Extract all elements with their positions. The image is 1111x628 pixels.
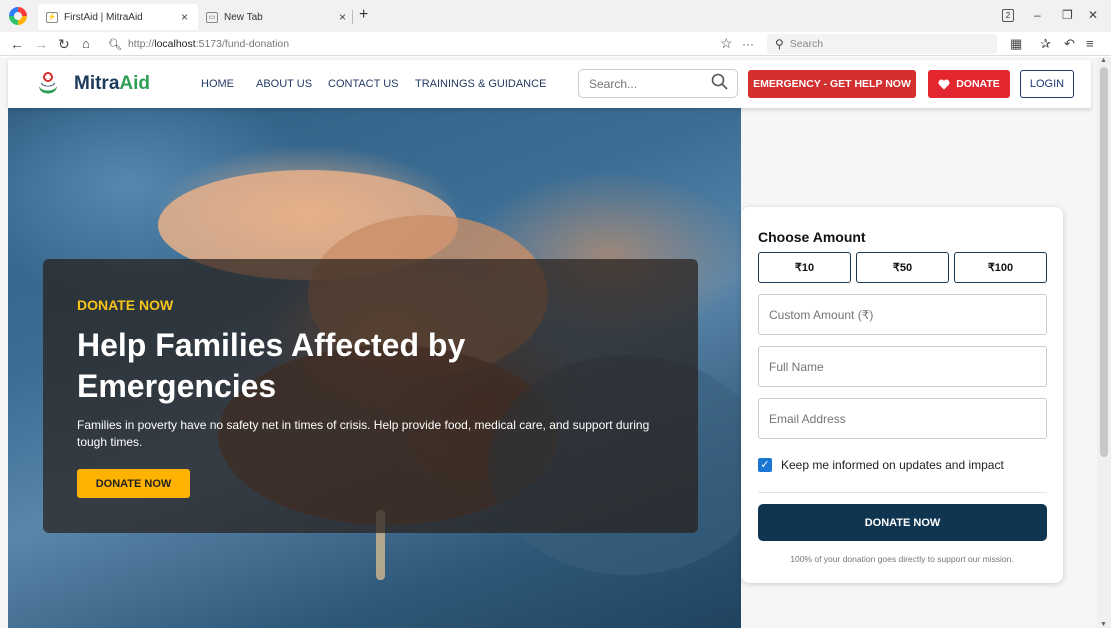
apps-grid-icon[interactable]: ▦ [1010,36,1022,52]
custom-amount-input[interactable] [758,294,1047,335]
new-tab-favicon-icon: ▭ [206,11,218,23]
hero-title: Help Families Affected by Emergencies [77,327,466,404]
browser-tab-new[interactable]: ▭ New Tab × [198,4,356,30]
search-icon[interactable] [710,72,730,92]
amount-option-50[interactable]: ₹50 [856,252,949,283]
back-icon[interactable]: ← [10,36,24,52]
scroll-down-icon[interactable]: ▼ [1100,621,1107,628]
keep-informed-label[interactable]: Keep me informed on updates and impact [781,458,1004,472]
page-favicon-icon: ⚡ [46,11,58,23]
home-icon[interactable]: ⌂ [82,36,90,52]
menu-icon[interactable]: ≡ [1086,36,1094,51]
close-tab-icon[interactable]: × [339,10,346,24]
header-donate-button[interactable]: DONATE [928,70,1010,98]
page-viewport: DONATE NOW Help Families Affected by Eme… [0,57,1097,628]
amount-option-100[interactable]: ₹100 [954,252,1047,283]
browser-nav-bar: ← → ↻ ⌂ 🔍︎ http://localhost:5173/fund-do… [0,32,1111,56]
close-tab-icon[interactable]: × [181,10,188,24]
page-actions-icon[interactable]: ··· [742,37,754,51]
full-name-input[interactable] [758,346,1047,387]
brand-name-part2: Aid [119,73,151,94]
favorites-icon[interactable]: ✰ [1040,36,1051,52]
scroll-up-icon[interactable]: ▲ [1100,57,1107,64]
scrollbar-thumb[interactable] [1100,67,1108,457]
reload-icon[interactable]: ↻ [58,36,70,52]
tab-separator [352,10,353,24]
browser-search-box[interactable]: ⚲ Search [767,34,997,54]
mitraaid-logo-icon[interactable] [36,68,60,100]
nav-about-us[interactable]: ABOUT US [256,78,312,90]
login-button[interactable]: LOGIN [1020,70,1074,98]
address-bar[interactable]: 🔍︎ http://localhost:5173/fund-donation [108,35,714,53]
forward-icon[interactable]: → [34,36,48,52]
restore-icon[interactable]: ❐ [1062,8,1073,22]
tab-title: New Tab [224,11,263,23]
nav-home[interactable]: HOME [201,78,234,90]
hero-description: Families in poverty have no safety net i… [77,418,650,449]
email-input[interactable] [758,398,1047,439]
url-path: :5173/fund-donation [195,38,290,50]
brand-name-part1: Mitra [74,73,120,94]
donation-form-panel: Choose Amount ₹10 ₹50 ₹100 ✓ Keep me inf… [741,207,1063,583]
url-host: localhost [154,38,196,50]
browser-search-placeholder: Search [789,38,824,50]
search-icon: ⚲ [775,37,784,51]
choose-amount-heading: Choose Amount [758,229,866,245]
heart-icon [938,79,950,89]
tab-title: FirstAid | MitraAid [64,11,143,23]
info-icon: 🔍︎ [108,38,122,51]
browser-tab-active[interactable]: ⚡ FirstAid | MitraAid × [38,4,198,30]
tab-count-icon[interactable]: 2 [1002,9,1014,22]
emergency-help-button[interactable]: EMERGENCY - GET HELP NOW [748,70,916,98]
brand-name[interactable]: MitraAid [74,73,150,95]
hero-donate-button[interactable]: DONATE NOW [77,469,190,498]
bookmark-star-icon[interactable]: ☆ [720,35,733,52]
amount-option-10[interactable]: ₹10 [758,252,851,283]
browser-tab-bar: ⚡ FirstAid | MitraAid × ▭ New Tab × + 2 … [0,0,1111,32]
new-tab-plus-icon[interactable]: + [359,6,368,24]
nav-trainings-guidance[interactable]: TRAININGS & GUIDANCE [415,78,546,90]
minimize-icon[interactable]: – [1034,8,1041,22]
form-divider [758,492,1047,493]
page-scrollbar[interactable]: ▲ ▼ [1097,57,1111,628]
site-header: MitraAid HOME ABOUT US CONTACT US TRAINI… [8,60,1091,108]
keep-informed-checkbox[interactable]: ✓ [758,458,772,472]
url-prefix: http:// [127,38,155,50]
hero-eyebrow: DONATE NOW [77,297,174,313]
undo-icon[interactable]: ↶ [1064,36,1075,52]
nav-contact-us[interactable]: CONTACT US [328,78,399,90]
submit-donation-button[interactable]: DONATE NOW [758,504,1047,541]
close-window-icon[interactable]: ✕ [1088,8,1098,22]
browser-logo-icon[interactable] [9,7,27,25]
header-donate-label: DONATE [956,78,1000,90]
donation-footnote: 100% of your donation goes directly to s… [790,554,1014,564]
